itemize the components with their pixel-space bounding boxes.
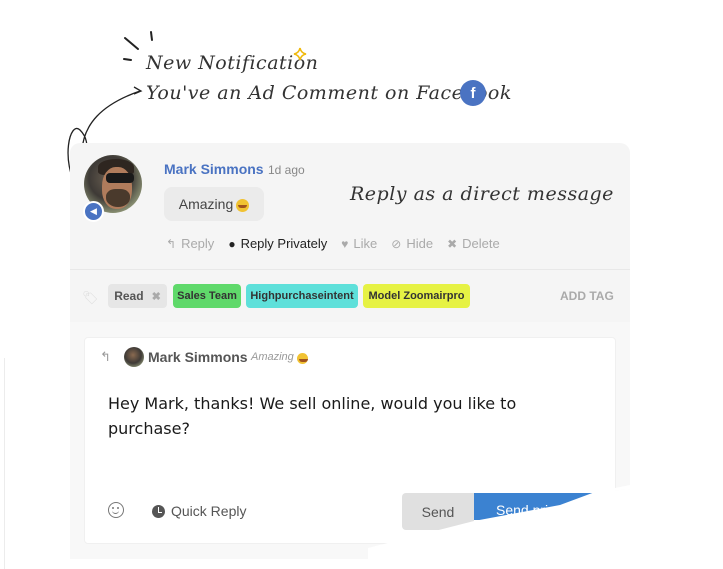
hide-label: Hide: [406, 236, 434, 251]
burst-line-2: [150, 31, 153, 41]
reply-icon: ↰: [100, 349, 111, 364]
reply-message-input[interactable]: Hey Mark, thanks! We sell online, would …: [108, 391, 558, 441]
reply-avatar: [124, 347, 144, 367]
panel-edge: [4, 358, 5, 569]
reply-icon: ↰: [166, 236, 177, 251]
burst-line-3: [123, 58, 132, 61]
reply-privately-button[interactable]: ● Reply Privately: [228, 236, 327, 251]
hide-button[interactable]: ⊘ Hide: [391, 236, 433, 251]
star-struck-emoji-icon: [296, 352, 308, 364]
remove-tag-icon[interactable]: ✖: [152, 290, 161, 303]
tag-label: Sales Team: [177, 290, 237, 302]
tag-label: Model Zoomairpro: [368, 290, 465, 302]
tag-label: Highpurchaseintent: [250, 290, 354, 302]
facebook-icon: f: [460, 80, 486, 106]
comment-actions: ↰ Reply ● Reply Privately ♥ Like ⊘ Hide …: [166, 236, 500, 251]
reply-button[interactable]: ↰ Reply: [166, 236, 214, 251]
reply-to-author: Mark Simmons: [148, 349, 248, 365]
add-tag-button[interactable]: ADD TAG: [560, 289, 614, 303]
like-label: Like: [353, 236, 378, 251]
tag-icon: 🏷: [82, 290, 99, 305]
quick-reply-button[interactable]: Quick Reply: [152, 503, 246, 519]
tag-model-zoomairpro[interactable]: Model Zoomairpro: [363, 284, 470, 308]
notification-subtitle: You've an Ad Comment on Facebook: [146, 82, 512, 104]
messenger-icon: ●: [228, 236, 236, 251]
eye-slash-icon: ⊘: [391, 236, 402, 251]
tag-highpurchaseintent[interactable]: Highpurchaseintent: [246, 284, 358, 308]
tag-read[interactable]: Read ✖: [108, 284, 167, 308]
delete-label: Delete: [462, 236, 500, 251]
delete-button[interactable]: ✖ Delete: [447, 236, 500, 251]
quote-text: Amazing: [251, 351, 294, 363]
tag-sales-team[interactable]: Sales Team: [173, 284, 241, 308]
comment-author[interactable]: Mark Simmons: [164, 161, 264, 177]
comment-time: 1d ago: [268, 163, 305, 177]
sparkle-icon: [293, 47, 307, 61]
star-struck-emoji-icon: [236, 198, 250, 212]
clock-icon: [152, 504, 165, 518]
tag-label: Read: [114, 289, 144, 303]
reply-to-quote: Amazing: [251, 351, 308, 364]
reply-privately-label: Reply Privately: [240, 236, 328, 251]
close-icon: ✖: [447, 236, 458, 251]
send-privately-button[interactable]: Send privately: [474, 493, 594, 520]
reply-privately-hint: Reply as a direct message: [350, 183, 614, 205]
comment-bubble: Amazing: [164, 187, 264, 221]
burst-line-1: [124, 37, 139, 50]
comment-text: Amazing: [178, 196, 234, 212]
heart-icon: ♥: [341, 236, 349, 251]
like-button[interactable]: ♥ Like: [341, 236, 377, 251]
quick-reply-label: Quick Reply: [171, 503, 247, 519]
send-button[interactable]: Send: [402, 493, 474, 530]
megaphone-icon: ◀: [83, 201, 104, 222]
reply-label: Reply: [181, 236, 215, 251]
smiley-icon[interactable]: [108, 502, 124, 518]
